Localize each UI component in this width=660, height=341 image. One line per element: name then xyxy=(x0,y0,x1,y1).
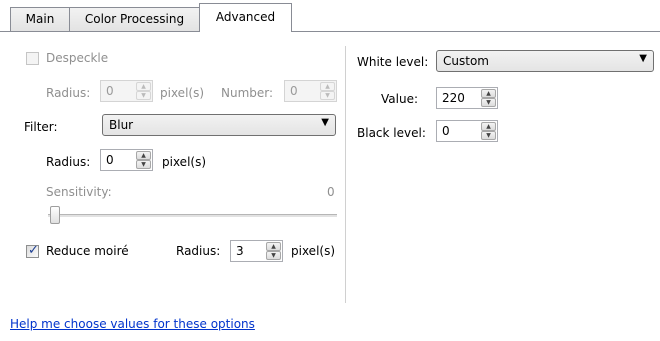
despeckle-number-label: Number: xyxy=(221,86,274,100)
column-divider xyxy=(345,46,346,303)
filter-radius-spinner[interactable]: 0 ▲ ▼ xyxy=(100,149,153,171)
sensitivity-label: Sensitivity: xyxy=(46,185,112,199)
white-value-value: 220 xyxy=(442,91,465,105)
tab-strip-border xyxy=(0,31,660,32)
despeckle-radius-spinner[interactable]: 0 ▲ ▼ xyxy=(100,80,153,102)
tab-advanced[interactable]: Advanced xyxy=(199,3,292,32)
spinner-up-icon[interactable]: ▲ xyxy=(266,242,281,251)
white-level-selected-value: Custom xyxy=(443,54,489,68)
tab-main[interactable]: Main xyxy=(10,7,70,31)
sensitivity-slider-thumb[interactable] xyxy=(50,206,60,224)
reduce-moire-label: Reduce moiré xyxy=(46,244,129,258)
filter-label: Filter: xyxy=(24,120,58,134)
moire-radius-value: 3 xyxy=(236,244,244,258)
spinner-up-icon[interactable]: ▲ xyxy=(136,151,151,160)
white-value-label: Value: xyxy=(381,92,418,106)
white-level-dropdown[interactable]: Custom ▼ xyxy=(436,50,654,72)
spinner-down-icon[interactable]: ▼ xyxy=(136,160,151,169)
despeckle-radius-value: 0 xyxy=(106,84,114,98)
despeckle-radius-label: Radius: xyxy=(46,86,91,100)
white-level-label: White level: xyxy=(357,55,429,69)
black-level-value: 0 xyxy=(442,124,450,138)
despeckle-checkbox[interactable] xyxy=(26,52,39,65)
despeckle-radius-unit: pixel(s) xyxy=(160,86,205,100)
despeckle-label: Despeckle xyxy=(46,51,109,65)
spinner-down-icon[interactable]: ▼ xyxy=(266,251,281,260)
spinner-down-icon[interactable]: ▼ xyxy=(481,98,496,107)
black-level-spinner[interactable]: 0 ▲ ▼ xyxy=(436,120,498,142)
filter-radius-unit: pixel(s) xyxy=(162,155,207,169)
spinner-up-icon[interactable]: ▲ xyxy=(481,89,496,98)
filter-selected-value: Blur xyxy=(109,118,134,132)
checkmark-icon: ✓ xyxy=(28,243,39,258)
sensitivity-value: 0 xyxy=(327,185,335,199)
filter-radius-label: Radius: xyxy=(46,155,91,169)
spinner-up-icon[interactable]: ▲ xyxy=(136,82,151,91)
spinner-down-icon[interactable]: ▼ xyxy=(481,131,496,140)
spinner-down-icon[interactable]: ▼ xyxy=(320,91,335,100)
dropdown-arrow-icon: ▼ xyxy=(639,53,647,64)
despeckle-number-spinner[interactable]: 0 ▲ ▼ xyxy=(284,80,337,102)
moire-radius-label: Radius: xyxy=(176,244,221,258)
filter-radius-value: 0 xyxy=(106,153,114,167)
moire-radius-unit: pixel(s) xyxy=(291,244,336,258)
spinner-down-icon[interactable]: ▼ xyxy=(136,91,151,100)
sensitivity-slider-track[interactable] xyxy=(48,214,337,217)
black-level-label: Black level: xyxy=(357,126,426,140)
spinner-up-icon[interactable]: ▲ xyxy=(320,82,335,91)
dropdown-arrow-icon: ▼ xyxy=(321,117,329,128)
despeckle-number-value: 0 xyxy=(290,84,298,98)
tab-color-processing[interactable]: Color Processing xyxy=(69,7,200,31)
spinner-up-icon[interactable]: ▲ xyxy=(481,122,496,131)
help-link[interactable]: Help me choose values for these options xyxy=(10,317,255,331)
reduce-moire-checkbox[interactable]: ✓ xyxy=(26,243,39,258)
filter-dropdown[interactable]: Blur ▼ xyxy=(102,114,336,136)
moire-radius-spinner[interactable]: 3 ▲ ▼ xyxy=(230,240,283,262)
white-value-spinner[interactable]: 220 ▲ ▼ xyxy=(436,87,498,109)
